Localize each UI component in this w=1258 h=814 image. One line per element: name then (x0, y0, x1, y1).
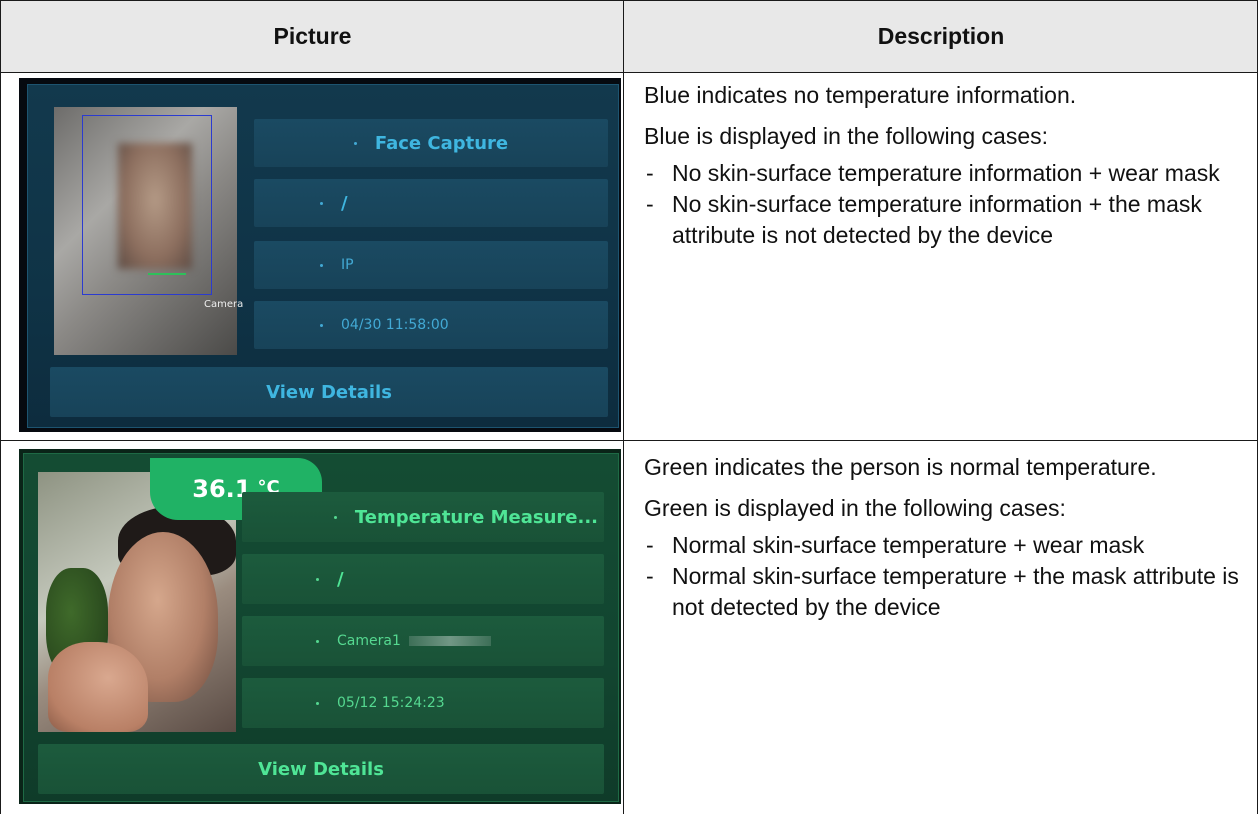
description-intro: Blue indicates no temperature informatio… (644, 82, 1077, 108)
captured-face-image: Camera (54, 107, 243, 355)
face-detection-box (82, 115, 212, 295)
view-details-button[interactable]: View Details (50, 367, 608, 417)
card-field-3: IP (341, 257, 354, 273)
card-panel: Camera Face Capture / IP 04/30 11:58:00 … (27, 84, 619, 428)
bullet-dot-icon (320, 263, 323, 267)
capture-time: 04/30 11:58:00 (341, 317, 449, 333)
info-slab-title: Face Capture (254, 119, 608, 167)
card-field-2: / (337, 568, 344, 590)
document-table: Picture Description Camera Face Capture … (0, 0, 1258, 814)
list-item: Normal skin-surface temperature + wear m… (644, 530, 1244, 561)
bullet-dot-icon (316, 577, 319, 581)
bullet-dot-icon (320, 201, 323, 205)
info-slab-field2: / (254, 179, 608, 227)
info-slab-field3: IP (254, 241, 608, 289)
bullet-dot-icon (353, 141, 357, 145)
table-header-row: Picture Description (1, 1, 1257, 72)
column-header-picture: Picture (273, 23, 352, 49)
view-details-label: View Details (266, 381, 392, 403)
bullet-dot-icon (316, 701, 319, 705)
column-header-description: Description (877, 23, 1005, 49)
info-slab-field2: / (242, 554, 604, 604)
list-item: No skin-surface temperature information … (644, 158, 1244, 189)
table-border-left (0, 0, 1, 814)
view-details-button[interactable]: View Details (38, 744, 604, 794)
list-item: No skin-surface temperature information … (644, 189, 1244, 251)
card-title: Face Capture (374, 132, 509, 154)
description-case-list: Normal skin-surface temperature + wear m… (644, 530, 1244, 623)
face-capture-card-blue: Camera Face Capture / IP 04/30 11:58:00 … (19, 78, 621, 432)
person-hand (48, 642, 148, 732)
info-slab-time: 04/30 11:58:00 (254, 301, 608, 349)
info-slab-time: 05/12 15:24:23 (242, 678, 604, 728)
table-column-divider (623, 0, 624, 814)
description-cell-green: Green indicates the person is normal tem… (644, 452, 1244, 623)
info-slab-field3: Camera1 (242, 616, 604, 666)
table-header-divider (0, 72, 1258, 73)
bullet-dot-icon (320, 323, 323, 327)
mask-detection-line (148, 273, 186, 275)
description-intro: Green indicates the person is normal tem… (644, 454, 1157, 480)
description-cases-heading: Blue is displayed in the following cases… (644, 123, 1049, 149)
bullet-dot-icon (333, 515, 337, 519)
bullet-dot-icon (316, 639, 319, 643)
table-row-divider (0, 440, 1258, 441)
list-item: Normal skin-surface temperature + the ma… (644, 561, 1244, 623)
view-details-label: View Details (258, 758, 384, 780)
description-case-list: No skin-surface temperature information … (644, 158, 1244, 251)
card-title: Temperature Measure... (354, 506, 598, 528)
description-cell-blue: Blue indicates no temperature informatio… (644, 80, 1244, 251)
temperature-card-green: 36.1 °C Temperature Measure... / Camera1 … (19, 449, 621, 804)
capture-time: 05/12 15:24:23 (337, 695, 445, 711)
card-field-2: / (341, 192, 348, 214)
table-border-top (0, 0, 1258, 1)
card-field-3: Camera1 (337, 633, 401, 649)
info-slab-title: Temperature Measure... (242, 492, 604, 542)
redacted-text (408, 636, 491, 646)
card-panel: 36.1 °C Temperature Measure... / Camera1 … (23, 453, 619, 802)
description-cases-heading: Green is displayed in the following case… (644, 495, 1066, 521)
camera-watermark: Camera (204, 299, 244, 310)
